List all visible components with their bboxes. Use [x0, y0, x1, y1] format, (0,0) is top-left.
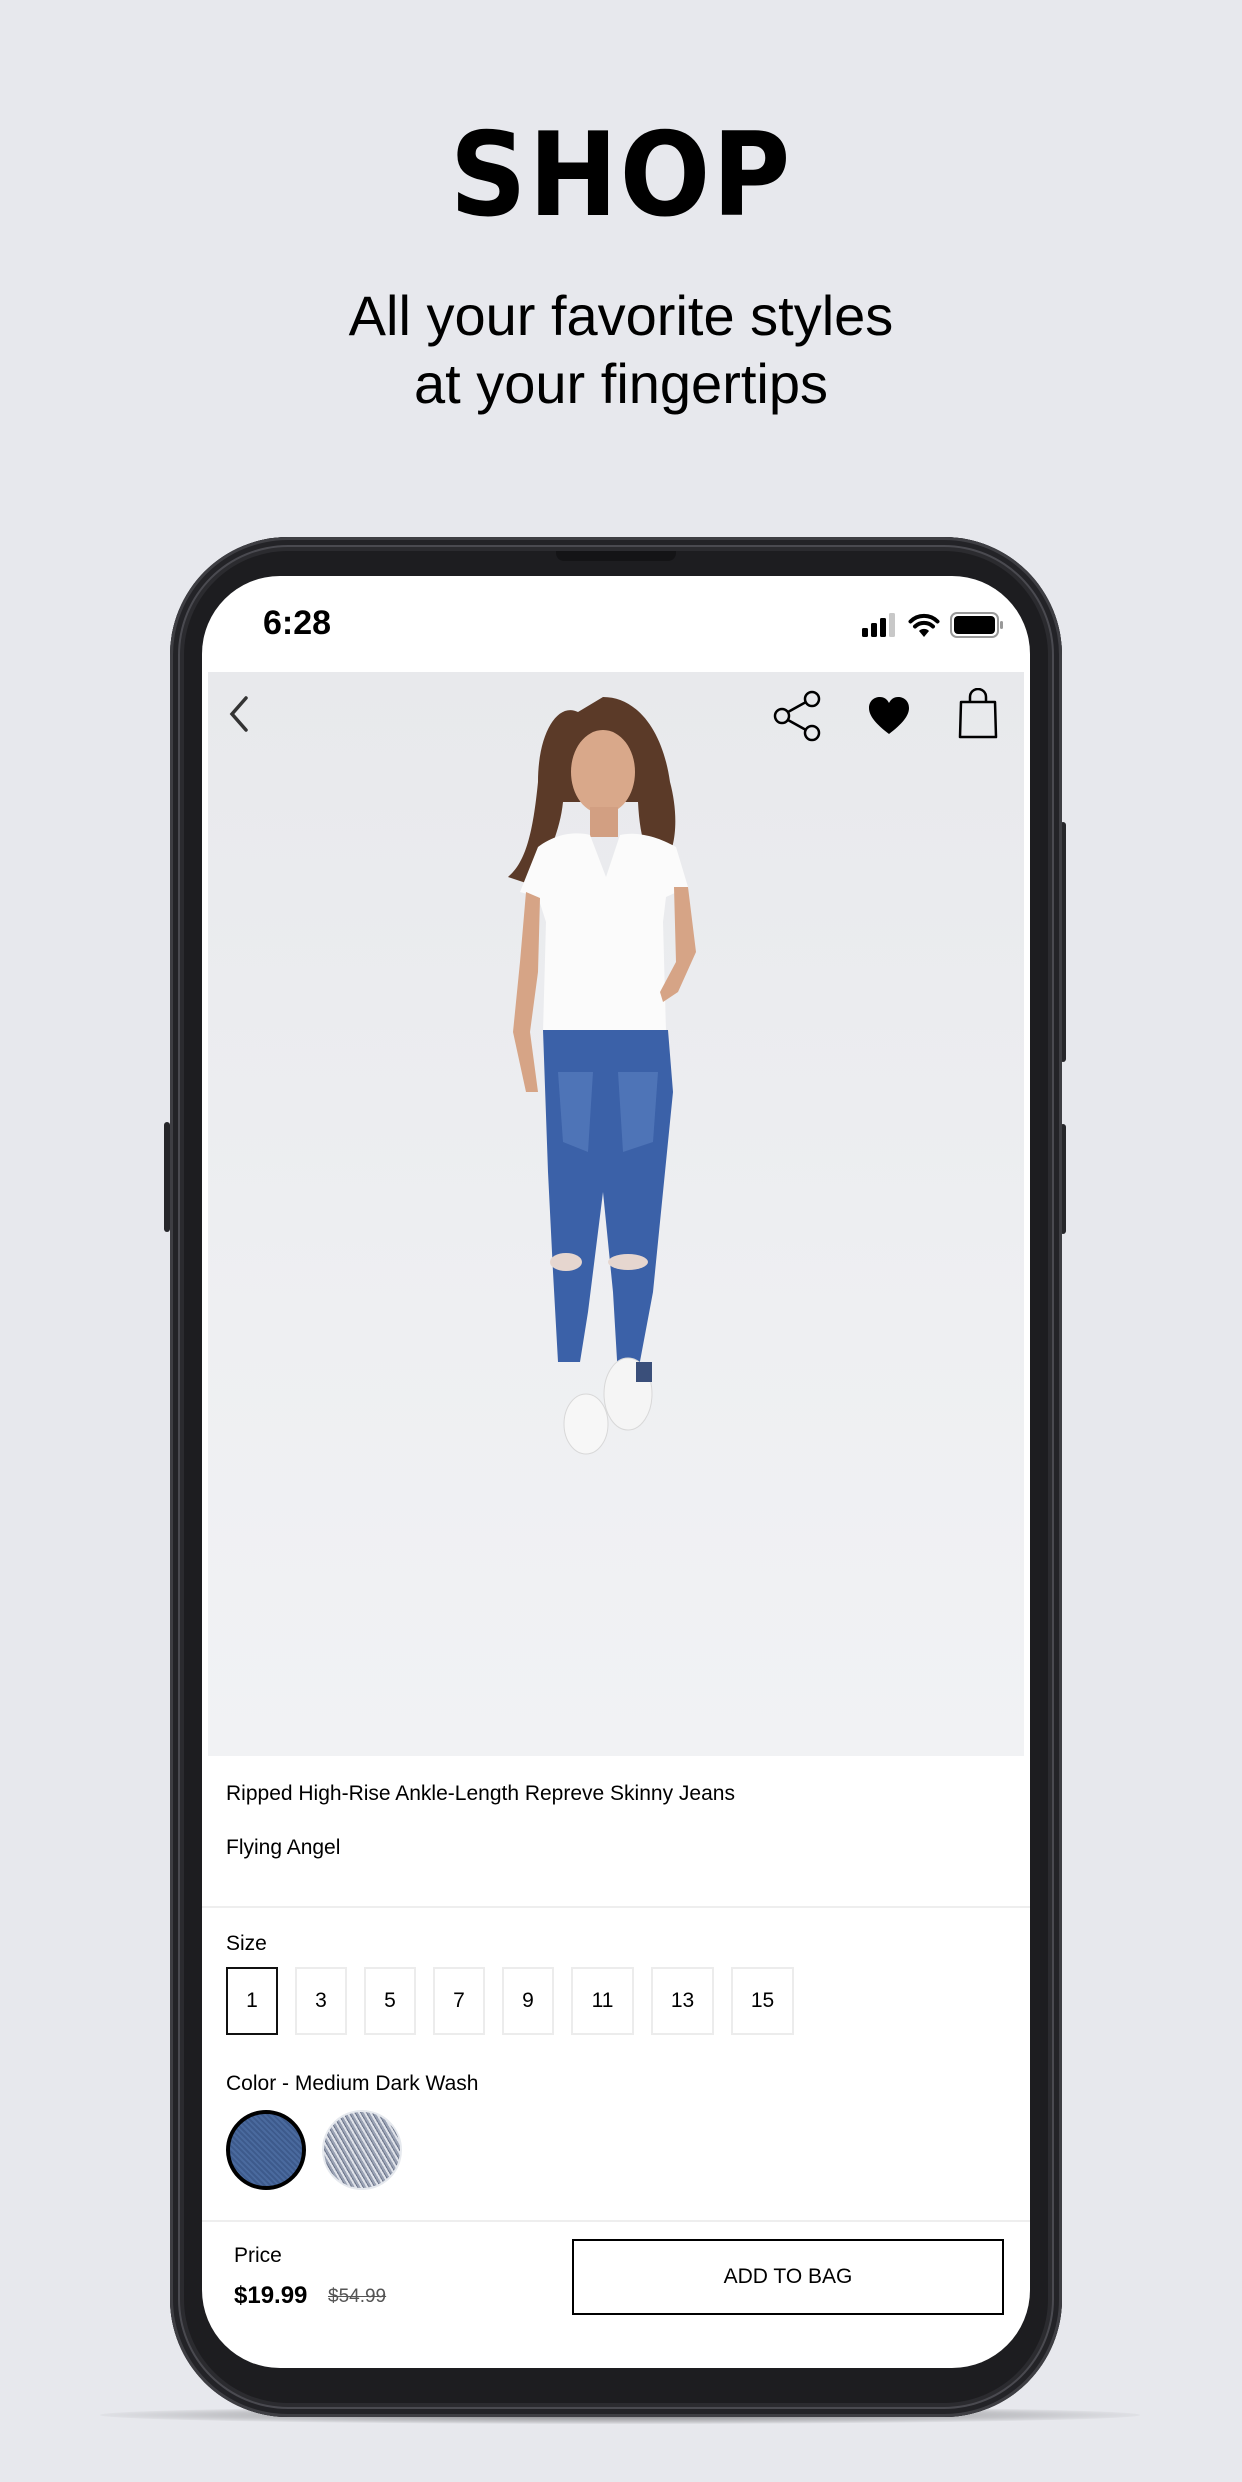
battery-icon	[950, 612, 1003, 638]
hero-title: SHOP	[449, 108, 793, 243]
size-option-5[interactable]: 5	[364, 1967, 416, 2035]
color-swatches	[226, 2110, 402, 2190]
share-icon[interactable]	[772, 690, 824, 746]
divider	[202, 2220, 1030, 2222]
swatch-light-wash[interactable]	[322, 2110, 402, 2190]
status-time: 6:28	[263, 604, 332, 642]
price-label: Price	[234, 2244, 282, 2267]
swatch-medium-dark-wash[interactable]	[226, 2110, 306, 2190]
back-chevron-icon[interactable]	[226, 694, 250, 738]
size-option-11[interactable]: 11	[571, 1967, 634, 2035]
shopping-bag-icon[interactable]	[958, 687, 998, 744]
product-photo[interactable]	[208, 672, 1024, 1756]
add-to-bag-button[interactable]: ADD TO BAG	[572, 2239, 1004, 2315]
size-option-13[interactable]: 13	[651, 1967, 714, 2035]
hero-subtitle: All your favorite styles at your fingert…	[0, 282, 1242, 418]
sale-price: $19.99	[234, 2282, 308, 2309]
size-option-7[interactable]: 7	[433, 1967, 485, 2035]
size-option-3[interactable]: 3	[295, 1967, 347, 2035]
color-label: Color - Medium Dark Wash	[226, 2072, 479, 2095]
status-icons	[862, 612, 1004, 638]
product-brand[interactable]: Flying Angel	[226, 1836, 340, 1860]
size-option-9[interactable]: 9	[502, 1967, 554, 2035]
model-figure	[508, 697, 696, 1455]
hero-subtitle-line-2: at your fingertips	[414, 352, 828, 415]
size-option-15[interactable]: 15	[731, 1967, 794, 2035]
status-bar: 6:28	[202, 576, 1030, 672]
heart-icon[interactable]	[868, 696, 910, 740]
size-options: 1 3 5 7 9 11 13 15	[226, 1967, 794, 2035]
hero-subtitle-line-1: All your favorite styles	[348, 284, 894, 347]
cellular-signal-icon	[862, 613, 895, 637]
original-price: $54.99	[328, 2286, 387, 2307]
wifi-icon	[908, 613, 940, 637]
divider	[202, 1906, 1030, 1908]
size-option-1[interactable]: 1	[226, 1967, 278, 2035]
size-label: Size	[226, 1932, 267, 1955]
app-screen: 6:28 Ripped High-Rise Ankle-Length Repre…	[202, 576, 1030, 2368]
phone-speaker-notch	[556, 551, 676, 561]
product-name: Ripped High-Rise Ankle-Length Repreve Sk…	[226, 1782, 735, 1805]
